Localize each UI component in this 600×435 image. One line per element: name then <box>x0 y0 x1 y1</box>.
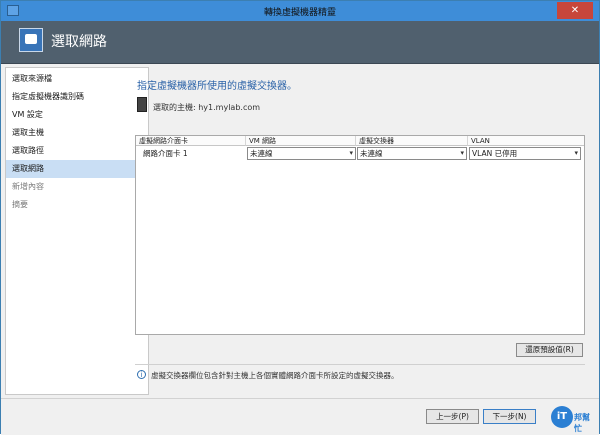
section-heading: 指定虛擬機器所使用的虛擬交換器。 <box>137 81 297 92</box>
network-icon <box>19 28 43 52</box>
selected-host: 選取的主機: hy1.mylab.com <box>153 103 261 112</box>
wizard-steps-sidebar: 選取來源檔 指定虛擬機器識別碼 VM 設定 選取主機 選取路徑 選取網路 新增內… <box>5 67 149 395</box>
vm-network-value: 未連線 <box>250 149 273 158</box>
sidebar-item-add-properties[interactable]: 新增內容 <box>6 178 148 196</box>
restore-defaults-button[interactable]: 還原預設值(R) <box>516 343 583 357</box>
chevron-down-icon: ▾ <box>460 149 464 157</box>
sidebar-item-vm-identity[interactable]: 指定虛擬機器識別碼 <box>6 88 148 106</box>
column-header-nic[interactable]: 虛擬網路介面卡 <box>136 136 246 146</box>
next-button[interactable]: 下一步(N) <box>483 409 536 424</box>
vm-network-select[interactable]: 未連線 ▾ <box>247 147 356 160</box>
wizard-window: 轉換虛擬機器精靈 ✕ 選取網路 選取來源檔 指定虛擬機器識別碼 VM 設定 選取… <box>0 0 600 435</box>
column-header-switch[interactable]: 虛擬交換器 <box>356 136 468 146</box>
column-header-vm-network[interactable]: VM 網路 <box>246 136 356 146</box>
network-adapter-grid: 虛擬網路介面卡 VM 網路 虛擬交換器 VLAN 網路介面卡 1 未連線 ▾ 未… <box>135 135 585 335</box>
sidebar-item-select-host[interactable]: 選取主機 <box>6 124 148 142</box>
title-bar: 轉換虛擬機器精靈 ✕ <box>1 1 599 21</box>
logo-subtext: 邦幫忙 <box>574 413 590 433</box>
page-title: 選取網路 <box>51 34 107 50</box>
close-button[interactable]: ✕ <box>557 2 593 19</box>
chevron-down-icon: ▾ <box>574 149 578 157</box>
sidebar-item-vm-settings[interactable]: VM 設定 <box>6 106 148 124</box>
virtual-switch-select[interactable]: 未連線 ▾ <box>357 147 467 160</box>
column-header-vlan[interactable]: VLAN <box>468 136 584 146</box>
wizard-header: 選取網路 <box>1 21 599 64</box>
sidebar-item-select-source[interactable]: 選取來源檔 <box>6 70 148 88</box>
sidebar-item-summary[interactable]: 摘要 <box>6 196 148 214</box>
previous-button[interactable]: 上一步(P) <box>426 409 479 424</box>
sidebar-item-select-path[interactable]: 選取路徑 <box>6 142 148 160</box>
chevron-down-icon: ▾ <box>349 149 353 157</box>
info-icon: i <box>137 370 146 379</box>
vlan-select[interactable]: VLAN 已停用 ▾ <box>469 147 581 160</box>
info-bar: i 虛擬交換器欄位包含針對主機上各個實體網路介面卡所設定的虛擬交換器。 <box>135 364 585 385</box>
main-panel: 指定虛擬機器所使用的虛擬交換器。 選取的主機: hy1.mylab.com 虛擬… <box>135 67 595 395</box>
ithome-logo: iT 邦幫忙 <box>551 406 595 433</box>
switch-value: 未連線 <box>360 149 383 158</box>
server-icon <box>137 97 147 112</box>
nic-name-cell: 網路介面卡 1 <box>143 149 188 158</box>
sidebar-item-select-network[interactable]: 選取網路 <box>6 160 148 178</box>
info-text: 虛擬交換器欄位包含針對主機上各個實體網路介面卡所設定的虛擬交換器。 <box>151 371 399 380</box>
vlan-value: VLAN 已停用 <box>472 149 518 158</box>
wizard-footer: 上一步(P) 下一步(N) iT 邦幫忙 <box>1 398 599 435</box>
window-title: 轉換虛擬機器精靈 <box>263 8 336 18</box>
logo-circle: iT <box>551 406 573 428</box>
